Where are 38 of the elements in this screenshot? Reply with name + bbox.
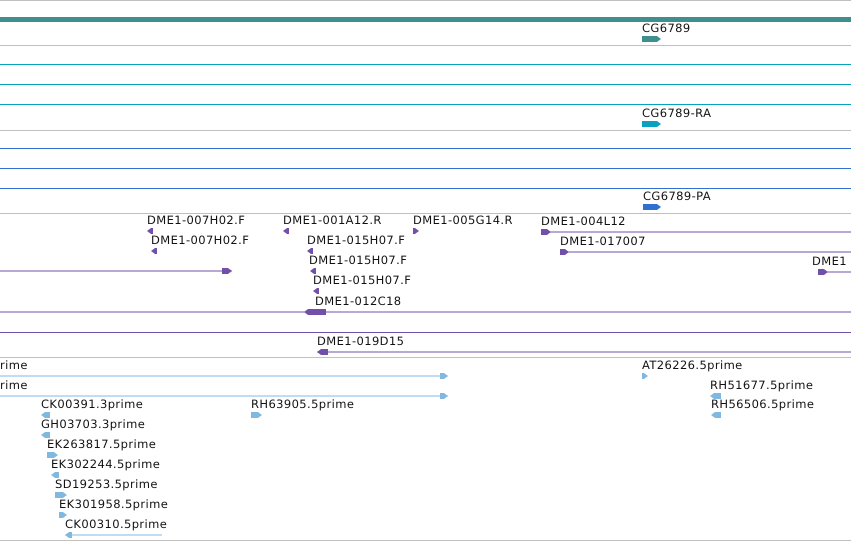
feature-label: rime: [0, 379, 28, 392]
feature-label: DME1: [812, 255, 847, 268]
feature-arrow[interactable]: [313, 288, 319, 294]
feature-label: EK301958.5prime: [59, 498, 168, 511]
feature-label: CG6789-RA: [642, 107, 712, 120]
feature-label: RH63905.5prime: [251, 398, 354, 411]
feature-label: EK263817.5prime: [47, 438, 156, 451]
feature-arrow[interactable]: [283, 228, 289, 234]
feature-label: DME1-012C18: [315, 295, 402, 308]
feature-arrow[interactable]: [642, 36, 661, 42]
feature-label: CG6789: [642, 22, 691, 35]
feature-label: CK00391.3prime: [41, 398, 144, 411]
feature-label: CG6789-PA: [643, 190, 712, 203]
feature-label: GH03703.3prime: [41, 418, 146, 431]
feature-arrow[interactable]: [310, 268, 316, 274]
feature-label: AT26226.5prime: [642, 359, 743, 372]
feature-label: DME1-007H02.F: [151, 234, 250, 247]
feature-label: rime: [0, 359, 28, 372]
feature-label: DME1-004L12: [541, 215, 626, 228]
feature-arrow[interactable]: [151, 248, 157, 254]
feature-label: DME1-019D15: [317, 335, 404, 348]
feature-label: DME1-015H07.F: [313, 274, 412, 287]
feature-label: DME1-001A12.R: [283, 214, 382, 227]
feature-arrow[interactable]: [147, 228, 153, 234]
feature-arrow[interactable]: [642, 121, 661, 127]
feature-label: SD19253.5prime: [55, 478, 158, 491]
feature-label: RH56506.5prime: [711, 398, 814, 411]
feature-label: DME1-017007: [560, 235, 646, 248]
feature-label: DME1-005G14.R: [413, 214, 513, 227]
feature-arrow[interactable]: [643, 204, 661, 210]
feature-label: DME1-007H02.F: [147, 214, 246, 227]
feature-label: CK00310.5prime: [65, 518, 168, 531]
feature-label: DME1-015H07.F: [307, 234, 406, 247]
feature-arrow[interactable]: [307, 248, 313, 254]
feature-arrow[interactable]: [413, 228, 419, 234]
feature-label: EK302244.5prime: [51, 458, 160, 471]
feature-label: RH51677.5prime: [710, 379, 814, 392]
feature-label: DME1-015H07.F: [309, 254, 408, 267]
